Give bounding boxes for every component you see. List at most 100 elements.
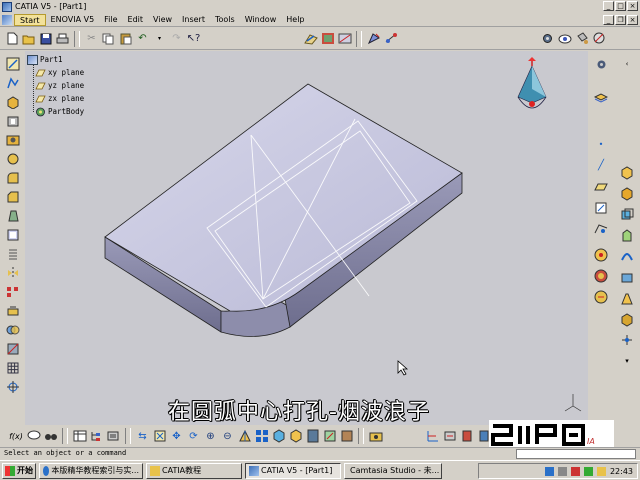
swap-button[interactable] <box>322 429 337 444</box>
new-button[interactable] <box>4 31 19 46</box>
inertia-button[interactable] <box>459 429 474 444</box>
menu-start[interactable]: Start <box>14 13 46 26</box>
compass-icon[interactable] <box>517 57 547 109</box>
3d-viewport[interactable]: Part1 xy plane yz plane zx plane PartBod… <box>25 51 588 425</box>
surface-button[interactable] <box>620 186 635 201</box>
publication-button[interactable] <box>366 31 381 46</box>
constraint-button[interactable] <box>383 31 398 46</box>
clock[interactable]: 22:43 <box>610 467 633 476</box>
hole-button[interactable] <box>320 31 335 46</box>
menu-tools[interactable]: Tools <box>210 14 240 26</box>
solid-pad-button[interactable] <box>620 165 635 180</box>
line-button[interactable]: ╱ <box>594 158 609 173</box>
scroll-down-button[interactable]: ▾ <box>620 354 635 369</box>
tree-item-xy-plane[interactable]: xy plane <box>27 66 84 79</box>
whats-this-button[interactable]: ↖? <box>186 31 201 46</box>
layers-button[interactable] <box>594 89 609 104</box>
split-button[interactable] <box>6 341 21 356</box>
menu-view[interactable]: View <box>148 14 177 26</box>
tree-item-part1[interactable]: Part1 <box>27 53 84 66</box>
minimize-button[interactable]: _ <box>603 1 614 11</box>
tree-expand-button[interactable] <box>89 429 104 444</box>
trim-button[interactable] <box>620 312 635 327</box>
cut-button[interactable]: ✂ <box>84 31 99 46</box>
doc-restore-button[interactable]: ❐ <box>615 15 626 25</box>
plane-button[interactable] <box>594 179 609 194</box>
save-button[interactable] <box>38 31 53 46</box>
catalog-button[interactable] <box>43 429 58 444</box>
menu-edit[interactable]: Edit <box>123 14 149 26</box>
network-icon[interactable] <box>544 466 554 476</box>
project-button[interactable] <box>594 221 609 236</box>
shaft-button[interactable] <box>6 151 21 166</box>
draft-button[interactable] <box>6 208 21 223</box>
command-input[interactable] <box>516 449 636 459</box>
shading-button[interactable] <box>288 429 303 444</box>
quick-view-button[interactable] <box>368 429 383 444</box>
redo-button[interactable]: ↷ <box>169 31 184 46</box>
normal-view-button[interactable] <box>237 429 252 444</box>
sketcher-button[interactable] <box>303 31 318 46</box>
fill-button[interactable] <box>620 270 635 285</box>
fillet-button[interactable] <box>6 170 21 185</box>
zoom-out-button[interactable]: ⊖ <box>220 429 235 444</box>
comment-button[interactable] <box>26 429 41 444</box>
axis-button[interactable] <box>6 379 21 394</box>
material-button[interactable] <box>339 429 354 444</box>
camtasia-tray-icon[interactable] <box>596 466 606 476</box>
hide-button[interactable] <box>305 429 320 444</box>
antivirus-icon[interactable] <box>570 466 580 476</box>
doc-minimize-button[interactable]: _ <box>603 15 614 25</box>
extrude-button[interactable] <box>620 228 635 243</box>
options-button[interactable] <box>594 57 609 72</box>
scroll-up-button[interactable]: ‹ <box>620 57 635 72</box>
menu-help[interactable]: Help <box>281 14 309 26</box>
thread-button[interactable] <box>6 246 21 261</box>
analysis-draft-button[interactable] <box>594 247 609 262</box>
scale-button[interactable] <box>6 303 21 318</box>
measure-item-button[interactable] <box>442 429 457 444</box>
chamfer-button[interactable] <box>6 189 21 204</box>
hole-feature-button[interactable] <box>6 132 21 147</box>
print-button[interactable] <box>55 31 70 46</box>
input-method-icon[interactable] <box>583 466 593 476</box>
table-button[interactable] <box>72 429 87 444</box>
undo-dropdown[interactable]: ▾ <box>152 31 167 46</box>
formula-button[interactable]: f(x) <box>8 429 24 444</box>
document-icon[interactable] <box>2 14 12 25</box>
distance-button[interactable] <box>594 289 609 304</box>
menu-file[interactable]: File <box>99 14 122 26</box>
fly-mode-button[interactable]: ⇆ <box>135 429 150 444</box>
rotate-button[interactable]: ⟳ <box>186 429 201 444</box>
start-button[interactable]: 开始 <box>2 462 36 479</box>
taskbar-button-catia[interactable]: CATIA V5 - [Part1] <box>245 462 341 479</box>
menu-window[interactable]: Window <box>240 14 282 26</box>
taskbar-button-camtasia[interactable]: Camtasia Studio - 未... <box>344 462 442 479</box>
hide-show-button[interactable] <box>557 31 572 46</box>
measure-button[interactable] <box>337 31 352 46</box>
menu-insert[interactable]: Insert <box>177 14 210 26</box>
doc-close-button[interactable]: × <box>627 15 638 25</box>
join-button[interactable] <box>620 291 635 306</box>
undo-button[interactable]: ↶ <box>135 31 150 46</box>
blend-button[interactable] <box>620 249 635 264</box>
wireframe-button[interactable] <box>6 75 21 90</box>
menu-enovia[interactable]: ENOVIA V5 <box>46 14 100 26</box>
pattern-button[interactable] <box>6 284 21 299</box>
volume-icon[interactable] <box>557 466 567 476</box>
offset-button[interactable] <box>620 207 635 222</box>
tree-item-yz-plane[interactable]: yz plane <box>27 79 84 92</box>
tree-item-partbody[interactable]: PartBody <box>27 105 84 118</box>
measure-between-button[interactable] <box>425 429 440 444</box>
iso-view-button[interactable] <box>271 429 286 444</box>
transform-button[interactable] <box>620 333 635 348</box>
mirror-button[interactable] <box>6 265 21 280</box>
generate-button[interactable] <box>106 429 121 444</box>
open-button[interactable] <box>21 31 36 46</box>
copy-button[interactable] <box>101 31 116 46</box>
render-button[interactable] <box>591 31 606 46</box>
tree-item-zx-plane[interactable]: zx plane <box>27 92 84 105</box>
intersection-button[interactable] <box>594 200 609 215</box>
pad-button[interactable] <box>6 94 21 109</box>
close-button[interactable]: × <box>627 1 638 11</box>
